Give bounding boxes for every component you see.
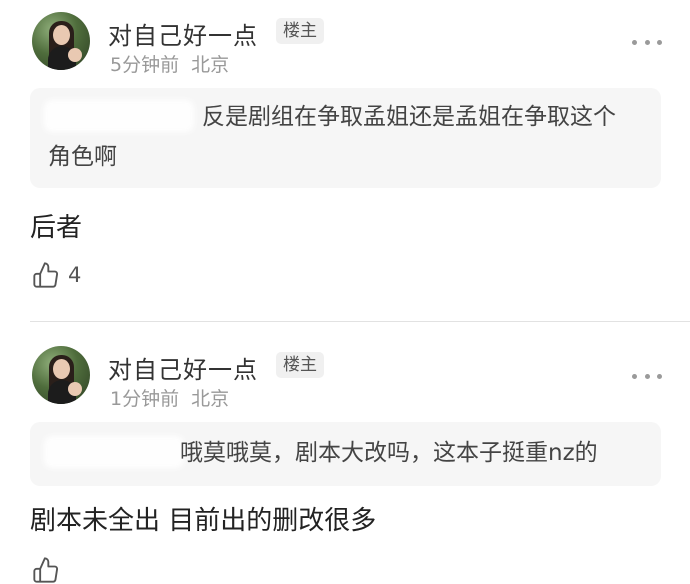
like-button[interactable] — [32, 556, 60, 584]
username[interactable]: 对自己好一点 — [108, 16, 258, 51]
quote-text: 反是剧组在争取孟姐还是孟姐在争取这个 — [202, 104, 616, 130]
quote-text-line2: 角色啊 — [48, 144, 117, 170]
comment-location: 北京 — [191, 54, 230, 76]
op-badge: 楼主 — [276, 352, 324, 378]
redacted-name — [44, 436, 184, 468]
comment-item: 对自己好一点 楼主 5分钟前 北京 反是剧组在争取孟姐还是孟姐在争取这个 角色啊… — [0, 0, 690, 320]
comment-time: 5分钟前 — [110, 54, 180, 76]
comment-content: 剧本未全出 目前出的删改很多 — [30, 506, 377, 536]
more-dots-icon[interactable] — [632, 372, 662, 380]
comment-meta: 1分钟前 北京 — [110, 384, 229, 411]
more-dots-icon[interactable] — [632, 38, 662, 46]
quoted-reply[interactable]: 哦莫哦莫，剧本大改吗，这本子挺重nz的 — [30, 422, 661, 486]
thumbs-up-icon — [33, 262, 59, 288]
thumbs-up-icon — [33, 557, 59, 583]
comment-time: 1分钟前 — [110, 388, 180, 410]
comment-item: 对自己好一点 楼主 1分钟前 北京 哦莫哦莫，剧本大改吗，这本子挺重nz的 剧本… — [0, 334, 690, 583]
like-count: 4 — [68, 263, 82, 287]
op-badge: 楼主 — [276, 18, 324, 44]
avatar[interactable] — [32, 12, 90, 70]
divider — [30, 321, 690, 322]
quoted-reply[interactable]: 反是剧组在争取孟姐还是孟姐在争取这个 角色啊 — [30, 88, 661, 188]
like-button[interactable]: 4 — [32, 261, 81, 289]
comment-meta: 5分钟前 北京 — [110, 50, 229, 77]
redacted-name — [44, 100, 194, 132]
comment-location: 北京 — [191, 388, 230, 410]
avatar[interactable] — [32, 346, 90, 404]
username[interactable]: 对自己好一点 — [108, 350, 258, 385]
comment-content: 后者 — [30, 213, 83, 243]
quote-text: 哦莫哦莫，剧本大改吗，这本子挺重nz的 — [180, 440, 598, 466]
